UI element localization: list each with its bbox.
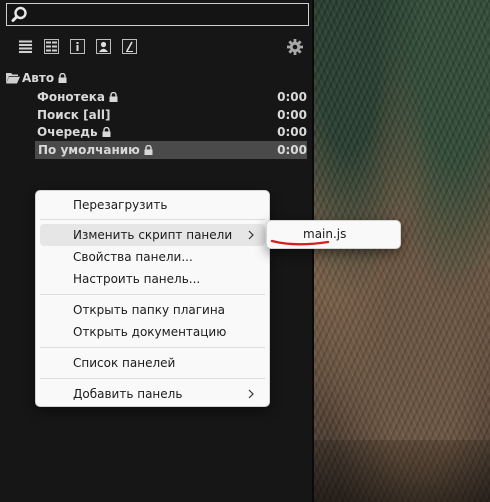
menu-item-panel-properties[interactable]: Свойства панели... xyxy=(40,246,265,268)
menu-separator xyxy=(40,347,265,348)
menu-item-open-docs[interactable]: Открыть документацию xyxy=(40,321,265,343)
grid-view-icon[interactable] xyxy=(44,39,59,54)
search-icon[interactable] xyxy=(11,6,28,23)
red-underline-annotation xyxy=(270,239,330,246)
chevron-right-icon xyxy=(248,230,254,240)
menu-item-configure-panel[interactable]: Настроить панель... xyxy=(40,268,265,290)
lock-icon xyxy=(58,73,67,83)
playlist-item-label: Фонотека xyxy=(37,90,106,104)
playlist-duration: 0:00 xyxy=(277,90,307,104)
chevron-right-icon xyxy=(248,389,254,399)
menu-separator xyxy=(40,378,265,379)
folder-open-icon xyxy=(6,73,20,84)
album-art-image xyxy=(314,0,490,502)
playlist-item-selected[interactable]: По умолчанию 0:00 xyxy=(35,141,307,159)
list-view-icon[interactable] xyxy=(18,39,33,54)
person-icon[interactable] xyxy=(96,39,111,54)
lock-icon xyxy=(109,92,118,102)
playlist-item-label: Поиск [all] xyxy=(37,108,111,122)
lock-icon xyxy=(144,145,153,155)
menu-item-open-plugin-folder[interactable]: Открыть папку плагина xyxy=(40,299,265,321)
menu-item-add-panel[interactable]: Добавить панель xyxy=(40,383,265,405)
playlist-duration: 0:00 xyxy=(277,108,307,122)
playlist-item-label: Очередь xyxy=(37,125,98,139)
search-input[interactable] xyxy=(33,6,303,23)
menu-item-edit-panel-script[interactable]: Изменить скрипт панели xyxy=(40,224,265,246)
playlist-item[interactable]: Поиск [all] 0:00 xyxy=(37,106,307,124)
gear-icon[interactable] xyxy=(286,38,304,56)
playlist-item-label: По умолчанию xyxy=(38,143,140,157)
info-icon[interactable] xyxy=(70,39,85,54)
menu-item-panel-list[interactable]: Список панелей xyxy=(40,352,265,374)
context-menu: Перезагрузить Изменить скрипт панели Сво… xyxy=(35,190,270,407)
menu-item-reload[interactable]: Перезагрузить xyxy=(40,194,265,216)
menu-separator xyxy=(40,219,265,220)
playlist-duration: 0:00 xyxy=(277,125,307,139)
search-box[interactable] xyxy=(6,3,309,26)
edit-icon[interactable] xyxy=(122,39,137,54)
tree-root-label: Авто xyxy=(22,69,67,87)
playlist-duration: 0:00 xyxy=(277,143,307,157)
lock-icon xyxy=(102,127,111,137)
playlist-item[interactable]: Очередь 0:00 xyxy=(37,123,307,141)
tree-root-auto[interactable]: Авто xyxy=(6,69,306,87)
menu-separator xyxy=(40,294,265,295)
playlist-item[interactable]: Фонотека 0:00 xyxy=(37,88,307,106)
